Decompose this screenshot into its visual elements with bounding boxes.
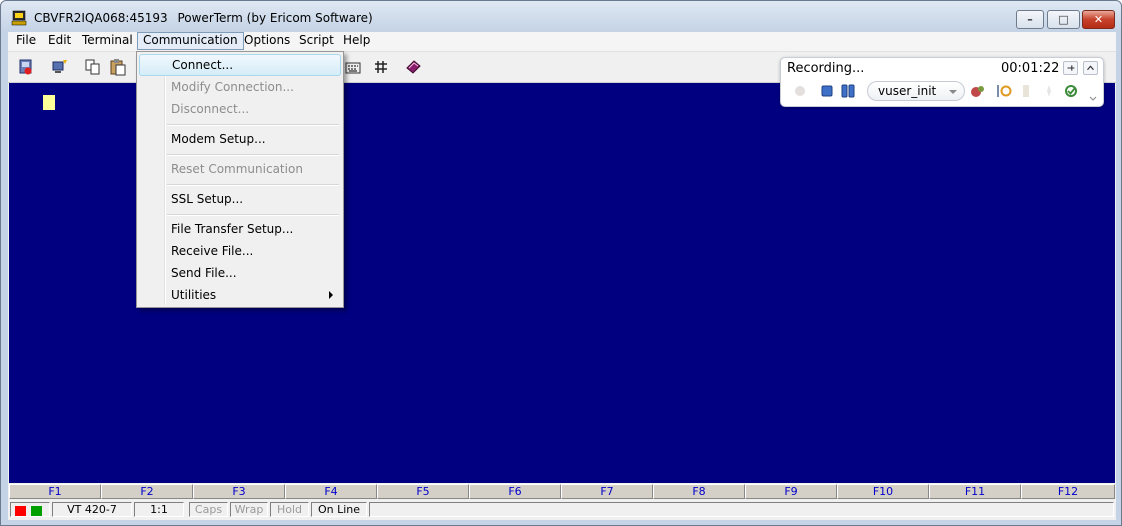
line-state-indicator: On Line bbox=[311, 502, 367, 517]
fkey-f3[interactable]: F3 bbox=[193, 484, 285, 499]
window-title: CBVFR2IQA068:45193 PowerTerm (by Ericom … bbox=[34, 11, 379, 25]
status-bar: VT 420-7 1:1 Caps Wrap Hold On Line bbox=[8, 501, 1116, 518]
menu-communication[interactable]: Communication bbox=[137, 32, 244, 50]
fkey-f11[interactable]: F11 bbox=[929, 484, 1021, 499]
menu-item-modem-setup[interactable]: Modem Setup... bbox=[139, 128, 341, 150]
menu-item-file-transfer-setup[interactable]: File Transfer Setup... bbox=[139, 218, 341, 240]
recording-toolbar: Recording... 00:01:22 vuser_init bbox=[780, 57, 1104, 107]
rendezvous-icon[interactable] bbox=[1041, 83, 1057, 99]
menu-item-connect[interactable]: Connect... bbox=[139, 54, 341, 76]
title-bar[interactable]: CBVFR2IQA068:45193 PowerTerm (by Ericom … bbox=[1, 1, 1121, 33]
menu-item-utilities-label: Utilities bbox=[171, 288, 217, 302]
fkey-f6[interactable]: F6 bbox=[469, 484, 561, 499]
terminal-cursor bbox=[43, 95, 55, 110]
record-icon[interactable] bbox=[792, 83, 808, 99]
menu-item-ssl-setup[interactable]: SSL Setup... bbox=[139, 188, 341, 210]
communication-menu: Connect... Modify Connection... Disconne… bbox=[136, 51, 344, 308]
create-action-icon[interactable] bbox=[970, 83, 986, 99]
copy-icon[interactable] bbox=[84, 58, 102, 76]
close-button[interactable]: ✕ bbox=[1082, 10, 1115, 29]
menu-item-send-file[interactable]: Send File... bbox=[139, 262, 341, 284]
disconnect-icon[interactable] bbox=[18, 58, 36, 76]
status-leds bbox=[10, 502, 50, 517]
fkey-f8[interactable]: F8 bbox=[653, 484, 745, 499]
keyboard-icon[interactable] bbox=[344, 58, 362, 76]
menu-separator bbox=[167, 214, 339, 216]
pin-icon[interactable] bbox=[1063, 61, 1078, 75]
menu-file[interactable]: File bbox=[11, 32, 41, 50]
menu-edit[interactable]: Edit bbox=[43, 32, 76, 50]
menu-bar: File Edit Terminal Communication Options… bbox=[8, 32, 1116, 52]
app-title: PowerTerm (by Ericom Software) bbox=[177, 11, 373, 25]
powerterm-app-icon bbox=[11, 10, 27, 26]
fkey-f10[interactable]: F10 bbox=[837, 484, 929, 499]
led-green bbox=[31, 506, 42, 516]
menu-terminal[interactable]: Terminal bbox=[77, 32, 138, 50]
led-red bbox=[15, 506, 26, 516]
fkey-f2[interactable]: F2 bbox=[101, 484, 193, 499]
maximize-icon: □ bbox=[1058, 13, 1069, 26]
new-session-icon[interactable] bbox=[51, 58, 69, 76]
insert-step-disabled-icon[interactable] bbox=[1019, 83, 1035, 99]
powerterm-window: CBVFR2IQA068:45193 PowerTerm (by Ericom … bbox=[0, 0, 1122, 526]
menu-separator bbox=[167, 124, 339, 126]
menu-item-utilities[interactable]: Utilities bbox=[139, 284, 341, 306]
chevron-down-icon bbox=[949, 90, 957, 94]
stop-icon[interactable] bbox=[819, 83, 835, 99]
fkey-f7[interactable]: F7 bbox=[561, 484, 653, 499]
recording-action-select[interactable]: vuser_init bbox=[867, 81, 965, 101]
fkey-f5[interactable]: F5 bbox=[377, 484, 469, 499]
paste-icon[interactable] bbox=[109, 58, 127, 76]
grid-icon[interactable] bbox=[372, 58, 390, 76]
menu-item-receive-file[interactable]: Receive File... bbox=[139, 240, 341, 262]
close-icon: ✕ bbox=[1093, 13, 1104, 26]
status-message-area bbox=[369, 502, 1114, 517]
menu-separator bbox=[167, 154, 339, 156]
book-icon[interactable] bbox=[404, 58, 422, 76]
hold-indicator: Hold bbox=[270, 502, 309, 517]
insert-step-icon[interactable] bbox=[996, 83, 1012, 99]
overflow-chevron-icon[interactable] bbox=[1089, 96, 1097, 102]
menu-options[interactable]: Options bbox=[239, 32, 295, 50]
wrap-indicator: Wrap bbox=[230, 502, 268, 517]
caps-indicator: Caps bbox=[189, 502, 228, 517]
fkey-f9[interactable]: F9 bbox=[745, 484, 837, 499]
function-key-bar: F1 F2 F3 F4 F5 F6 F7 F8 F9 F10 F11 F12 bbox=[9, 484, 1115, 499]
recording-status: Recording... bbox=[787, 61, 865, 76]
menu-help[interactable]: Help bbox=[338, 32, 375, 50]
terminal-type-indicator: VT 420-7 bbox=[52, 502, 132, 517]
maximize-button[interactable]: □ bbox=[1047, 10, 1080, 29]
fkey-f4[interactable]: F4 bbox=[285, 484, 377, 499]
menu-script[interactable]: Script bbox=[294, 32, 339, 50]
minimize-icon: – bbox=[1027, 13, 1033, 26]
fkey-f1[interactable]: F1 bbox=[9, 484, 101, 499]
checkpoint-icon[interactable] bbox=[1063, 83, 1079, 99]
menu-item-modify-connection[interactable]: Modify Connection... bbox=[139, 76, 341, 98]
menu-item-disconnect[interactable]: Disconnect... bbox=[139, 98, 341, 120]
pause-icon[interactable] bbox=[840, 83, 856, 99]
recording-action-value: vuser_init bbox=[878, 84, 937, 98]
menu-item-reset-communication[interactable]: Reset Communication bbox=[139, 158, 341, 180]
minimize-button[interactable]: – bbox=[1016, 10, 1044, 29]
fkey-f12[interactable]: F12 bbox=[1021, 484, 1115, 499]
recording-timer: 00:01:22 bbox=[1001, 61, 1060, 76]
session-index-indicator: 1:1 bbox=[134, 502, 184, 517]
collapse-icon[interactable] bbox=[1083, 61, 1098, 75]
session-name: CBVFR2IQA068:45193 bbox=[34, 11, 168, 25]
submenu-arrow-icon bbox=[329, 291, 333, 299]
menu-separator bbox=[167, 184, 339, 186]
